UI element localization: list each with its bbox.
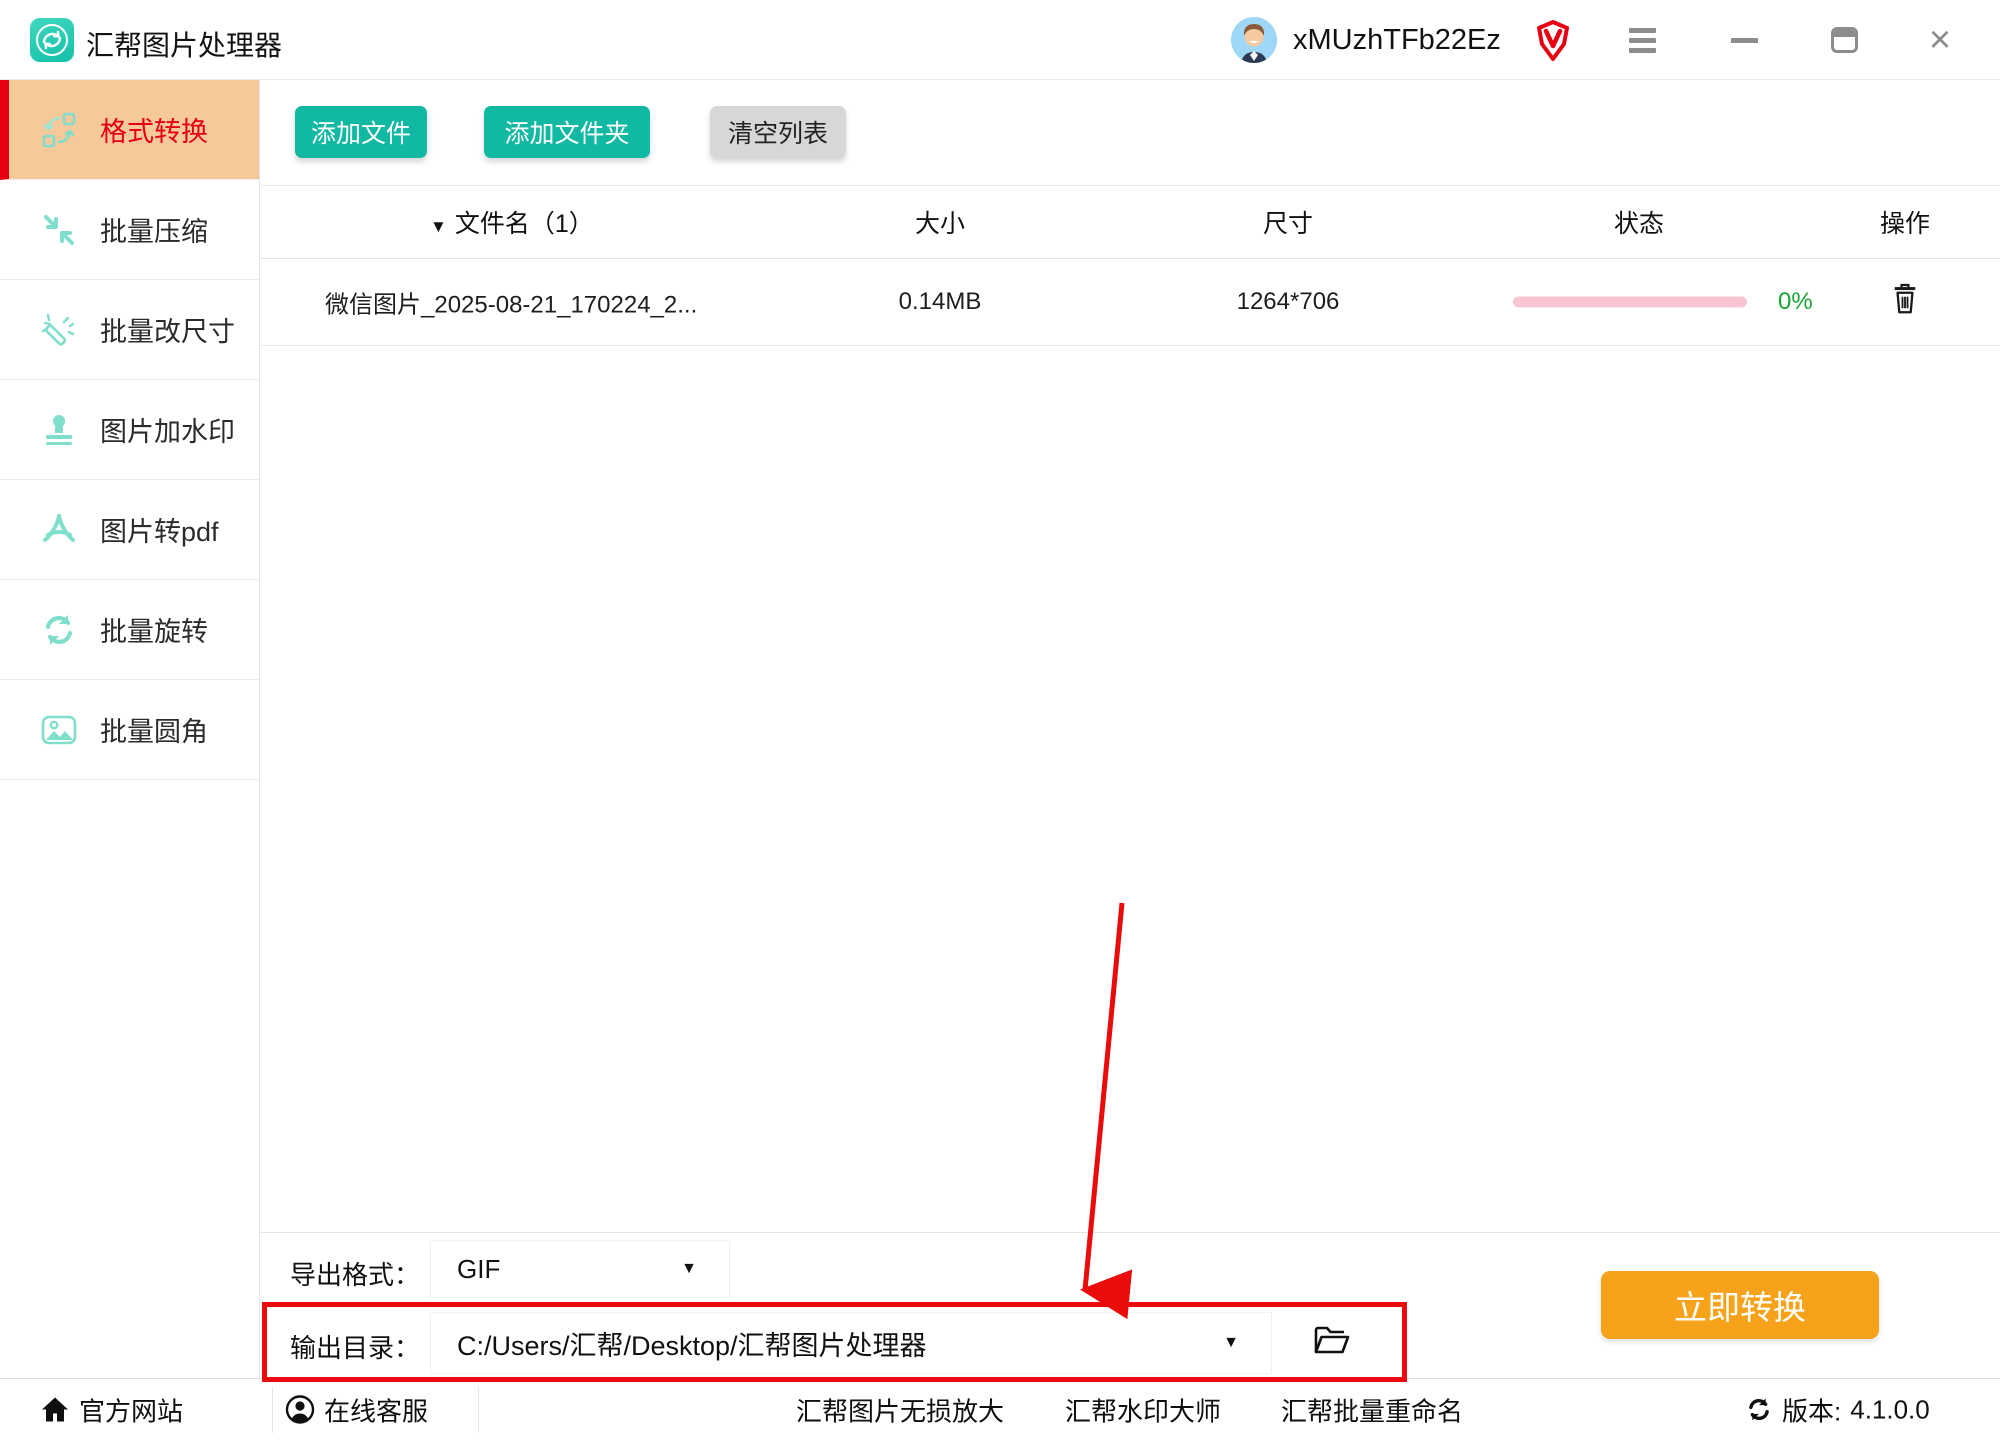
column-actions: 操作 <box>1880 204 1930 240</box>
progress-bar <box>1513 297 1747 308</box>
main-content: 添加文件 添加文件夹 清空列表 ▼文件名（1） 大小 尺寸 状态 操作 微信图片… <box>261 80 2000 1232</box>
sidebar-item-label: 图片转pdf <box>100 510 219 549</box>
sidebar-item-label: 批量圆角 <box>100 710 208 749</box>
sidebar-item-image-to-pdf[interactable]: 图片转pdf <box>0 480 259 580</box>
update-refresh-icon <box>1745 1396 1773 1424</box>
output-dir-select[interactable]: C:/Users/汇帮/Desktop/汇帮图片处理器 ▼ <box>430 1312 1272 1374</box>
sidebar-item-format-convert[interactable]: 格式转换 <box>0 80 259 180</box>
chevron-down-icon: ▼ <box>681 1260 697 1278</box>
sidebar: 格式转换 批量压缩 批量改尺寸 <box>0 80 260 1377</box>
export-format-select[interactable]: GIF ▼ <box>430 1240 730 1298</box>
add-folder-button[interactable]: 添加文件夹 <box>484 106 650 158</box>
app-logo-icon <box>30 18 74 62</box>
sidebar-item-batch-resize[interactable]: 批量改尺寸 <box>0 280 259 380</box>
clear-list-button[interactable]: 清空列表 <box>710 106 846 158</box>
app-title: 汇帮图片处理器 <box>86 24 282 64</box>
output-dir-value: C:/Users/汇帮/Desktop/汇帮图片处理器 <box>457 1324 927 1363</box>
sidebar-item-watermark[interactable]: 图片加水印 <box>0 380 259 480</box>
sidebar-item-label: 批量旋转 <box>100 610 208 649</box>
output-dir-label: 输出目录： <box>290 1328 420 1365</box>
vip-badge-icon[interactable] <box>1533 19 1573 63</box>
user-avatar[interactable] <box>1231 17 1277 63</box>
watermark-stamp-icon <box>40 411 78 449</box>
file-name: 微信图片_2025-08-21_170224_2... <box>325 285 697 320</box>
sort-descending-icon[interactable]: ▼ <box>430 217 447 236</box>
export-format-label: 导出格式： <box>290 1255 420 1292</box>
promo-link-lossless-enlarge[interactable]: 汇帮图片无损放大 <box>796 1391 1004 1428</box>
column-dimensions: 尺寸 <box>1263 204 1313 240</box>
sidebar-item-label: 批量改尺寸 <box>100 310 235 349</box>
version-info: 版本: 4.1.0.0 <box>1745 1391 1930 1428</box>
export-panel: 导出格式： GIF ▼ 输出目录： C:/Users/汇帮/Desktop/汇帮… <box>261 1232 2000 1378</box>
convert-now-button[interactable]: 立即转换 <box>1601 1271 1879 1339</box>
version-label: 版本: <box>1782 1391 1841 1428</box>
version-value: 4.1.0.0 <box>1850 1394 1930 1425</box>
sidebar-item-batch-rotate[interactable]: 批量旋转 <box>0 580 259 680</box>
batch-rotate-icon <box>40 611 78 649</box>
online-support-link[interactable]: 在线客服 <box>285 1391 428 1428</box>
sidebar-item-label: 图片加水印 <box>100 410 235 449</box>
file-dimensions: 1264*706 <box>1237 288 1340 316</box>
username-label: xMUzhTFb22Ez <box>1293 24 1501 57</box>
pdf-icon <box>40 511 78 549</box>
sidebar-item-batch-compress[interactable]: 批量压缩 <box>0 180 259 280</box>
column-filename[interactable]: ▼文件名（1） <box>430 204 594 240</box>
folder-icon <box>1313 1325 1351 1357</box>
maximize-button[interactable] <box>1822 22 1866 58</box>
chevron-down-icon: ▼ <box>1223 1334 1239 1352</box>
sidebar-item-rounded-corner[interactable]: 批量圆角 <box>0 680 259 780</box>
promo-link-batch-rename[interactable]: 汇帮批量重命名 <box>1281 1391 1463 1428</box>
toolbar: 添加文件 添加文件夹 清空列表 <box>261 80 2000 186</box>
minimize-button[interactable] <box>1722 22 1766 58</box>
browse-folder-button[interactable] <box>1313 1325 1351 1362</box>
promo-link-watermark-master[interactable]: 汇帮水印大师 <box>1065 1391 1221 1428</box>
sidebar-item-label: 批量压缩 <box>100 210 208 249</box>
official-site-link[interactable]: 官方网站 <box>40 1391 183 1428</box>
export-format-value: GIF <box>457 1254 500 1285</box>
batch-compress-icon <box>40 211 78 249</box>
home-icon <box>40 1396 70 1424</box>
format-convert-icon <box>40 111 78 149</box>
batch-resize-icon <box>40 311 78 349</box>
table-row[interactable]: 微信图片_2025-08-21_170224_2... 0.14MB 1264*… <box>261 259 2000 346</box>
support-person-icon <box>285 1395 315 1425</box>
rounded-corner-icon <box>40 711 78 749</box>
table-header: ▼文件名（1） 大小 尺寸 状态 操作 <box>261 186 2000 259</box>
menu-button[interactable] <box>1620 22 1664 58</box>
titlebar: 汇帮图片处理器 xMUzhTFb22Ez × <box>0 0 2000 80</box>
trash-icon <box>1891 283 1919 315</box>
app-window: 汇帮图片处理器 xMUzhTFb22Ez × <box>0 0 2000 1440</box>
delete-file-button[interactable] <box>1891 283 1919 322</box>
close-button[interactable]: × <box>1918 22 1962 58</box>
sidebar-item-label: 格式转换 <box>100 110 208 149</box>
column-status: 状态 <box>1614 204 1664 240</box>
progress-percent: 0% <box>1778 288 1813 316</box>
file-size: 0.14MB <box>899 288 982 316</box>
footer: 官方网站 在线客服 汇帮图片无损放大 汇帮水印大师 汇帮批量重命名 版本: 4.… <box>0 1378 2000 1440</box>
column-size: 大小 <box>915 204 965 240</box>
add-file-button[interactable]: 添加文件 <box>295 106 427 158</box>
